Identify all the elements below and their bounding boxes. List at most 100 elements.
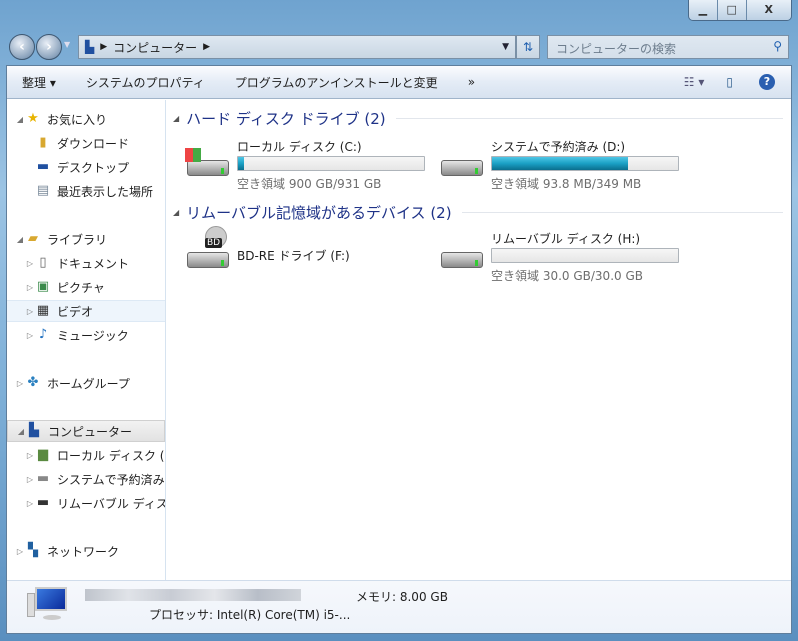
video-icon: ▦	[36, 303, 50, 318]
nav-item[interactable]: ◢ ★ お気に入り	[7, 108, 165, 130]
nav-item[interactable]: ▷ ✤ ホームグループ	[7, 372, 165, 394]
recent-places-icon: ▤	[36, 183, 50, 198]
nav-item-label: リムーバブル ディスク (H:)	[57, 496, 165, 511]
drive-usage-bar	[491, 248, 679, 263]
drive-item[interactable]: リムーバブル ディスク (H:) 空き領域 30.0 GB/30.0 GB	[439, 230, 679, 283]
navigation-pane: ◢ ★ お気に入り ▮ ダウンロード ▬ デスクトップ ▤ 最近表示した場所 ◢ ▰ ライブラリ ▷ ▯ ド…	[7, 100, 166, 580]
nav-item[interactable]: ▷▬ リムーバブル ディスク (H:)	[7, 492, 165, 514]
explorer-window: 整理 ▾ システムのプロパティ プログラムのアンインストールと変更 » ☷ ▾ …	[6, 65, 792, 634]
breadcrumb-computer[interactable]: コンピューター	[113, 39, 197, 56]
drive-name: システムで予約済み (D:)	[491, 140, 626, 154]
search-input[interactable]: コンピューターの検索 ⚲	[547, 35, 789, 59]
drive-item[interactable]: BD BD-RE ドライブ (F:)	[185, 226, 425, 280]
window-controls: ▁ □ X	[688, 0, 792, 21]
organize-menu[interactable]: 整理 ▾	[7, 74, 71, 91]
nav-item[interactable]: ▬ デスクトップ	[7, 156, 165, 178]
bd-drive-icon: BD	[185, 226, 231, 270]
library-icon: ▰	[28, 231, 38, 246]
nav-item-label: 最近表示した場所	[57, 184, 154, 199]
group-header[interactable]: ◢ ハード ディスク ドライブ (2)	[173, 108, 783, 129]
nav-item[interactable]: ▷▬ システムで予約済み (D:)	[7, 468, 165, 490]
drive-usage-bar	[491, 156, 679, 171]
nav-item[interactable]: ▷ ▯ ドキュメント	[7, 252, 165, 274]
group-title: リムーバブル記憶域があるデバイス (2)	[186, 204, 452, 222]
nav-item-label: ドキュメント	[57, 256, 130, 271]
expand-arrow-icon[interactable]: ▷	[25, 307, 35, 316]
nav-item-label: ダウンロード	[57, 136, 130, 151]
more-commands-button[interactable]: »	[453, 75, 490, 89]
expand-arrow-icon[interactable]: ▷	[25, 283, 35, 292]
music-icon: ♪	[38, 327, 48, 342]
nav-item-label: コンピューター	[48, 424, 133, 439]
expand-arrow-icon[interactable]: ◢	[16, 427, 26, 436]
minimize-button[interactable]: ▁	[689, 0, 718, 20]
expand-arrow-icon[interactable]: ▷	[25, 499, 35, 508]
bd-badge: BD	[205, 238, 223, 248]
expand-arrow-icon[interactable]: ▷	[25, 451, 35, 460]
drive-item[interactable]: ローカル ディスク (C:) 空き領域 900 GB/931 GB	[185, 138, 425, 191]
chevron-right-icon[interactable]: ▶	[203, 42, 210, 52]
nav-item-label: ホームグループ	[47, 376, 130, 391]
search-placeholder: コンピューターの検索	[556, 42, 677, 56]
nav-item[interactable]: ▷ ▚ ネットワーク	[7, 540, 165, 562]
group-title: ハード ディスク ドライブ (2)	[186, 110, 386, 128]
forward-button[interactable]: ›	[36, 34, 62, 60]
divider	[395, 118, 783, 119]
nav-item-label: ピクチャ	[57, 280, 105, 295]
details-pane: メモリ: 8.00 GB プロセッサ: Intel(R) Core(TM) i5…	[7, 580, 791, 633]
collapse-arrow-icon[interactable]: ◢	[173, 208, 179, 217]
computer-icon: ▙	[29, 423, 39, 438]
expand-arrow-icon[interactable]: ▷	[25, 331, 35, 340]
drive-name: BD-RE ドライブ (F:)	[237, 249, 350, 263]
removable-drive-icon: ▬	[36, 495, 50, 510]
nav-item[interactable]: ▷ ▣ ピクチャ	[7, 276, 165, 298]
help-icon[interactable]: ?	[759, 74, 775, 90]
refresh-button[interactable]: ⇅	[516, 35, 540, 59]
preview-pane-icon[interactable]: ▯	[726, 75, 733, 89]
maximize-button[interactable]: □	[717, 0, 747, 20]
expand-arrow-icon[interactable]: ▷	[25, 259, 35, 268]
pictures-icon: ▣	[36, 279, 50, 294]
star-icon: ★	[27, 111, 39, 126]
nav-item[interactable]: ◢ ▙ コンピューター	[7, 420, 165, 442]
nav-item[interactable]: ▷ ▦ ビデオ	[7, 300, 165, 322]
group-header[interactable]: ◢ リムーバブル記憶域があるデバイス (2)	[173, 202, 783, 223]
download-folder-icon: ▮	[39, 135, 47, 150]
search-icon[interactable]: ⚲	[773, 39, 782, 53]
chevron-right-icon[interactable]: ▶	[100, 42, 107, 52]
nav-item[interactable]: ▮ ダウンロード	[7, 132, 165, 154]
system-properties-button[interactable]: システムのプロパティ	[71, 74, 220, 91]
drive-free-space: 空き領域 900 GB/931 GB	[237, 177, 382, 191]
processor-info: プロセッサ: Intel(R) Core(TM) i5-...	[149, 608, 351, 622]
expand-arrow-icon[interactable]: ▷	[25, 475, 35, 484]
nav-item-label: ローカル ディスク (C:)	[57, 448, 165, 463]
drive-usage-bar	[237, 156, 425, 171]
nav-item-label: お気に入り	[47, 112, 108, 127]
expand-arrow-icon[interactable]: ▷	[15, 379, 25, 388]
view-options-icon[interactable]: ☷ ▾	[684, 75, 705, 89]
redacted-computer-name	[85, 589, 301, 601]
drive-free-space: 空き領域 30.0 GB/30.0 GB	[491, 269, 643, 283]
homegroup-icon: ✤	[27, 375, 39, 390]
expand-arrow-icon[interactable]: ◢	[15, 235, 25, 244]
back-button[interactable]: ‹	[9, 34, 35, 60]
expand-arrow-icon[interactable]: ▷	[15, 547, 25, 556]
collapse-arrow-icon[interactable]: ◢	[173, 114, 179, 123]
computer-icon: ▙	[85, 40, 95, 54]
address-dropdown-icon[interactable]: ▼	[502, 42, 509, 52]
nav-item[interactable]: ▷▆ ローカル ディスク (C:)	[7, 444, 165, 466]
local-disk-icon: ▆	[38, 447, 48, 462]
memory-info: メモリ: 8.00 GB	[356, 590, 448, 604]
expand-arrow-icon[interactable]: ◢	[15, 115, 25, 124]
nav-item[interactable]: ◢ ▰ ライブラリ	[7, 228, 165, 250]
drive-item[interactable]: システムで予約済み (D:) 空き領域 93.8 MB/349 MB	[439, 138, 679, 191]
uninstall-program-button[interactable]: プログラムのアンインストールと変更	[220, 74, 453, 91]
nav-item-label: ライブラリ	[47, 232, 108, 247]
nav-item[interactable]: ▷ ♪ ミュージック	[7, 324, 165, 346]
nav-item-label: ビデオ	[57, 304, 94, 319]
nav-item[interactable]: ▤ 最近表示した場所	[7, 180, 165, 202]
recent-pages-dropdown[interactable]: ▼	[64, 40, 70, 49]
address-bar[interactable]: ▙ ▶ コンピューター ▶ ▼	[78, 35, 516, 59]
hard-drive-icon	[439, 148, 485, 178]
close-button[interactable]: X	[746, 0, 791, 20]
